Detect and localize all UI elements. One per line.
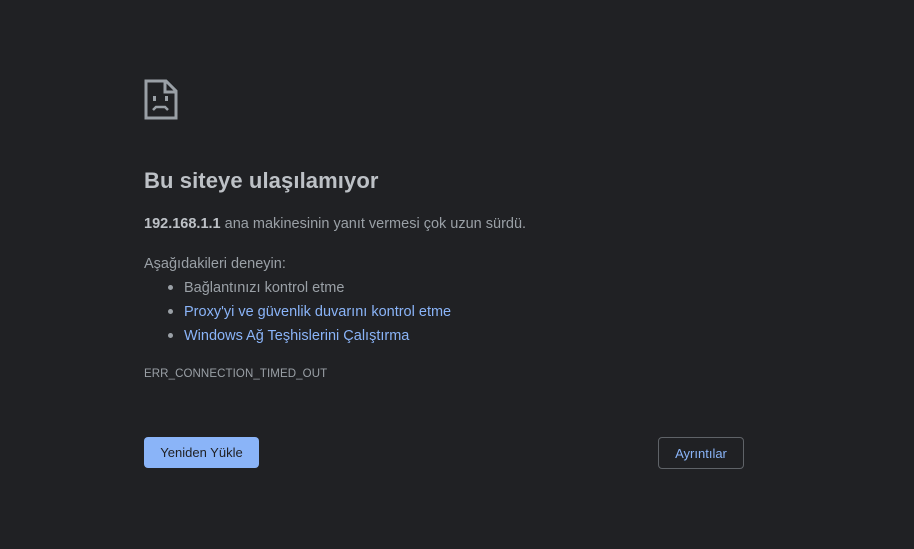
bullet-icon bbox=[168, 285, 173, 290]
bullet-icon bbox=[168, 333, 173, 338]
suggestion-check-connection: Bağlantınızı kontrol etme bbox=[184, 280, 345, 296]
error-page: Bu siteye ulaşılamıyor 192.168.1.1 ana m… bbox=[0, 0, 914, 549]
bullet-icon bbox=[168, 309, 173, 314]
sad-page-icon bbox=[144, 79, 178, 120]
error-code: ERR_CONNECTION_TIMED_OUT bbox=[144, 368, 328, 380]
suggestion-item: Windows Ağ Teşhislerini Çalıştırma bbox=[144, 326, 451, 350]
suggestions-list: Bağlantınızı kontrol etme Proxy'yi ve gü… bbox=[144, 278, 451, 350]
page-title: Bu siteye ulaşılamıyor bbox=[144, 168, 379, 193]
suggestion-item: Bağlantınızı kontrol etme bbox=[144, 278, 451, 302]
error-description: 192.168.1.1 ana makinesinin yanıt vermes… bbox=[144, 216, 526, 232]
description-text: ana makinesinin yanıt vermesi çok uzun s… bbox=[224, 216, 527, 232]
host-name: 192.168.1.1 bbox=[144, 216, 221, 232]
suggestion-run-diagnostics-link[interactable]: Windows Ağ Teşhislerini Çalıştırma bbox=[184, 328, 409, 344]
suggestions-heading: Aşağıdakileri deneyin: bbox=[144, 256, 286, 272]
details-button[interactable]: Ayrıntılar bbox=[658, 437, 744, 469]
suggestion-check-proxy-link[interactable]: Proxy'yi ve güvenlik duvarını kontrol et… bbox=[184, 304, 451, 320]
suggestion-item: Proxy'yi ve güvenlik duvarını kontrol et… bbox=[144, 302, 451, 326]
reload-button[interactable]: Yeniden Yükle bbox=[144, 437, 259, 468]
